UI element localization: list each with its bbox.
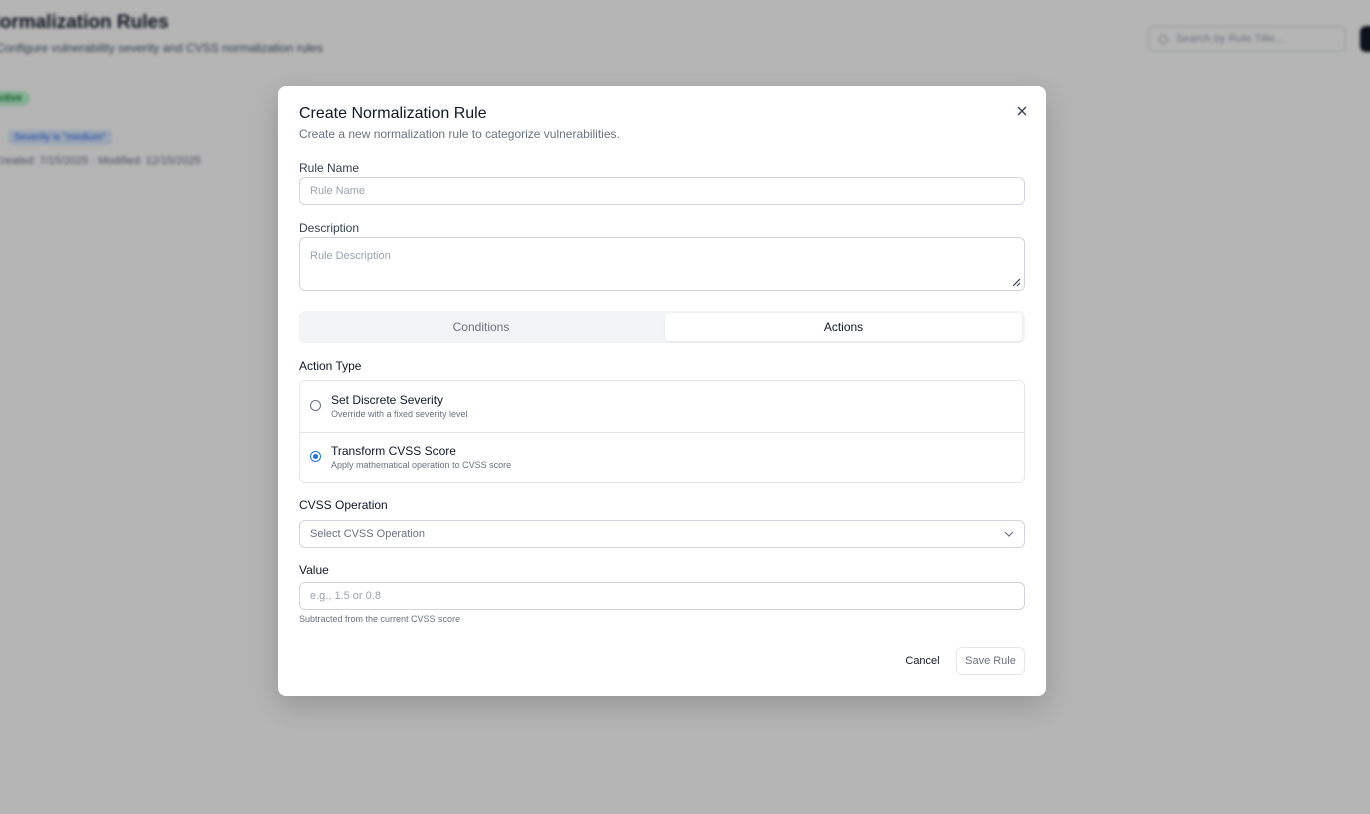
action-type-label: Action Type <box>299 359 362 373</box>
action-type-radio-group: Set Discrete Severity Override with a fi… <box>299 380 1025 483</box>
description-textarea[interactable] <box>299 237 1025 291</box>
resize-handle-icon[interactable] <box>1011 277 1021 287</box>
create-rule-dialog: Create Normalization Rule Create a new n… <box>278 86 1046 696</box>
cvss-operation-label: CVSS Operation <box>299 498 388 512</box>
value-input[interactable] <box>299 582 1025 610</box>
option-description: Apply mathematical operation to CVSS sco… <box>331 460 512 470</box>
select-placeholder: Select CVSS Operation <box>310 528 425 540</box>
radio-option-set-discrete-severity[interactable]: Set Discrete Severity Override with a fi… <box>300 381 1024 433</box>
radio-button-selected[interactable] <box>310 451 321 462</box>
radio-button[interactable] <box>310 400 321 411</box>
description-label: Description <box>299 221 360 235</box>
chevron-down-icon <box>1004 531 1014 537</box>
tab-conditions[interactable]: Conditions <box>301 313 661 341</box>
tab-actions[interactable]: Actions <box>665 313 1022 341</box>
dialog-description: Create a new normalization rule to categ… <box>299 127 620 141</box>
cancel-button[interactable]: Cancel <box>898 647 947 675</box>
close-button[interactable] <box>1014 103 1030 119</box>
value-hint: Subtracted from the current CVSS score <box>299 614 461 624</box>
radio-option-transform-cvss-score[interactable]: Transform CVSS Score Apply mathematical … <box>300 432 1024 483</box>
option-title: Set Discrete Severity <box>331 393 444 407</box>
rule-tabs: Conditions Actions <box>299 311 1025 343</box>
value-label: Value <box>299 563 329 577</box>
option-description: Override with a fixed severity level <box>331 409 468 419</box>
cvss-operation-select[interactable]: Select CVSS Operation <box>299 520 1025 548</box>
save-rule-button[interactable]: Save Rule <box>956 647 1025 675</box>
dialog-title: Create Normalization Rule <box>299 105 487 122</box>
option-title: Transform CVSS Score <box>331 444 456 458</box>
close-icon <box>1017 106 1027 116</box>
rule-name-input[interactable] <box>299 177 1025 205</box>
rule-name-label: Rule Name <box>299 161 360 175</box>
